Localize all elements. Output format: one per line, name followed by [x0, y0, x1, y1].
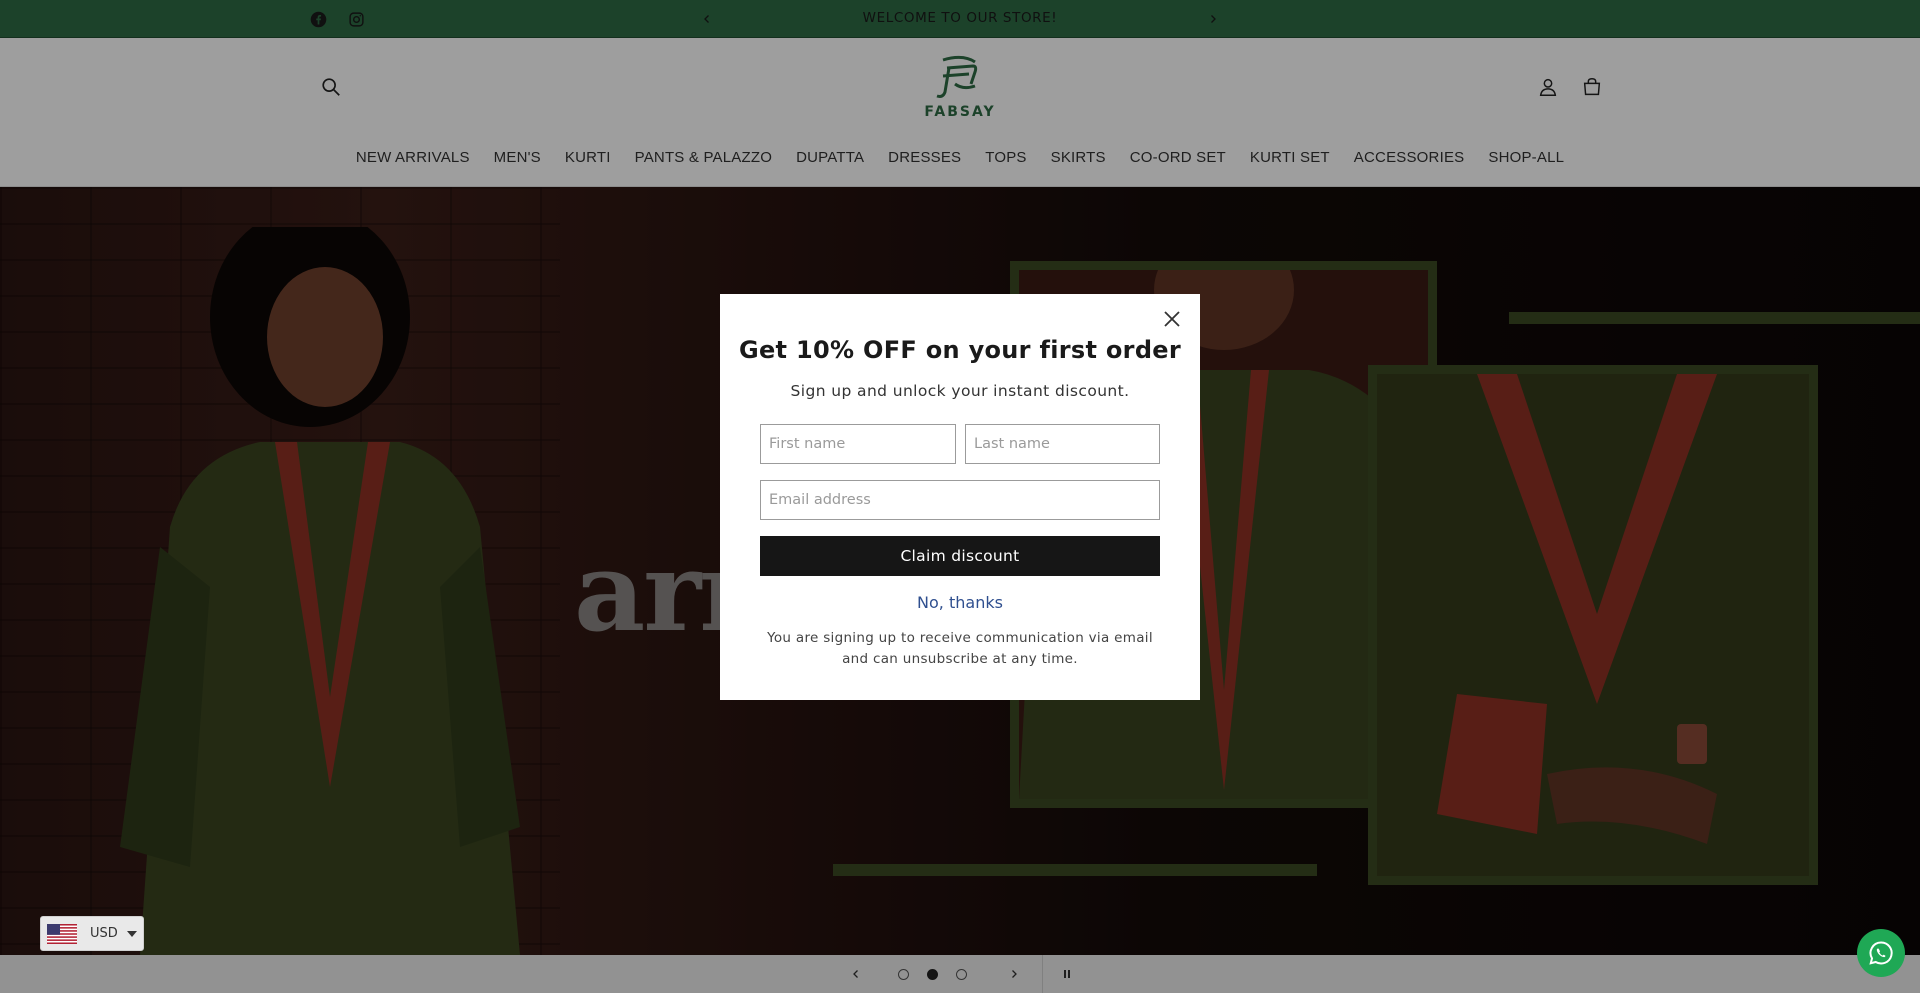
email-field[interactable]: [760, 480, 1160, 520]
last-name-field[interactable]: [965, 424, 1160, 464]
currency-selector[interactable]: USD: [40, 916, 144, 951]
first-name-field[interactable]: [760, 424, 956, 464]
claim-discount-button[interactable]: Claim discount: [760, 536, 1160, 576]
no-thanks-link[interactable]: No, thanks: [720, 593, 1200, 612]
close-popup-button[interactable]: [1160, 307, 1184, 331]
currency-code: USD: [90, 926, 118, 941]
popup-legal-text: You are signing up to receive communicat…: [767, 630, 1153, 667]
close-icon: [1164, 311, 1180, 327]
caret-down-icon: [126, 930, 137, 937]
whatsapp-icon: [1869, 941, 1893, 965]
us-flag-icon: [47, 923, 77, 944]
popup-subtitle: Sign up and unlock your instant discount…: [790, 382, 1130, 400]
popup-title: Get 10% OFF on your first order: [738, 336, 1182, 364]
discount-popup: Get 10% OFF on your first order Sign up …: [720, 294, 1200, 700]
whatsapp-chat-button[interactable]: [1857, 929, 1905, 977]
